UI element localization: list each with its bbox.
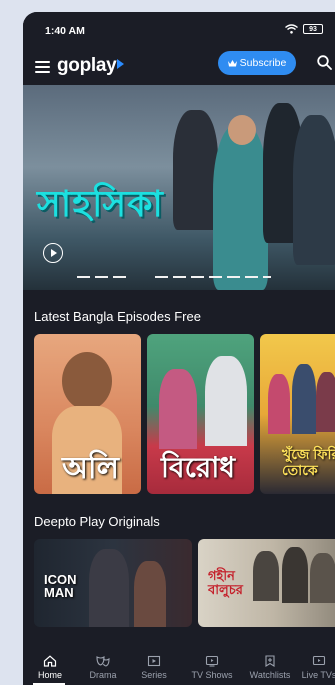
hero-figure-2 [213, 125, 268, 290]
drama-icon [96, 655, 110, 667]
card-poster-figure [282, 547, 308, 603]
nav-label: Drama [89, 670, 117, 680]
logo-text: goplay [57, 55, 117, 76]
card-poster-figure [292, 364, 316, 434]
crown-icon [227, 59, 237, 66]
card-poster-figure [62, 352, 112, 410]
card-birodh[interactable]: বিরোধ [147, 334, 254, 494]
wifi-icon [285, 24, 298, 34]
card-icon-man[interactable]: ICON MAN [34, 539, 192, 627]
nav-label: TV Shows [191, 670, 233, 680]
hero-figure-1 [173, 110, 218, 230]
play-button[interactable] [43, 243, 63, 263]
logo-play-icon [117, 59, 125, 70]
card-poster-figure [310, 553, 335, 603]
battery-icon: 93 [303, 24, 323, 34]
live-tv-icon [312, 655, 326, 666]
nav-live-tvs[interactable]: Live TVs [297, 648, 335, 685]
hero-figure-4 [293, 115, 335, 265]
card-title: গহীন বালুচর [208, 568, 243, 597]
card-gohin-baluchor[interactable]: গহীন বালুচর [198, 539, 335, 627]
nav-watchlists[interactable]: Watchlists [242, 648, 298, 685]
logo: goplay [57, 55, 125, 77]
search-icon[interactable] [317, 55, 332, 70]
card-title: খুঁজে ফিরি তোকে [282, 446, 335, 478]
nav-label: Watchlists [249, 670, 291, 680]
card-poster-figure [205, 356, 247, 446]
nav-label: Series [141, 670, 167, 680]
bottom-nav: Home Drama Series TV Shows Watchlists Li… [23, 648, 335, 685]
hero-figure-5 [228, 115, 256, 145]
card-poster-figure [89, 549, 129, 627]
card-poster-figure [268, 374, 290, 434]
card-poster-figure [316, 372, 335, 432]
nav-tv-shows[interactable]: TV Shows [179, 648, 245, 685]
card-oli[interactable]: অলি [34, 334, 141, 494]
section-title-latest: Latest Bangla Episodes Free [34, 309, 201, 324]
card-title: অলি [62, 452, 119, 485]
section-title-originals: Deepto Play Originals [34, 514, 160, 529]
hero-title: সাহসিকা [37, 183, 164, 224]
nav-label: Live TVs [301, 670, 335, 680]
watchlist-icon [265, 655, 275, 667]
app-bar: goplay Subscribe [23, 46, 335, 90]
status-time: 1:40 AM [45, 25, 85, 37]
play-icon [51, 249, 57, 257]
nav-drama[interactable]: Drama [77, 648, 129, 685]
home-icon [43, 655, 57, 667]
card-poster-figure [134, 561, 166, 627]
card-poster-figure [159, 369, 197, 449]
tv-shows-icon [205, 655, 219, 667]
card-title: ICON MAN [44, 572, 77, 600]
hero-banner[interactable]: সাহসিকা [23, 85, 335, 290]
menu-icon[interactable] [35, 61, 50, 73]
series-icon [147, 655, 161, 667]
card-title: বিরোধ [161, 452, 236, 483]
nav-series[interactable]: Series [129, 648, 179, 685]
card-khuje-firi-toke[interactable]: খুঁজে ফিরি তোকে [260, 334, 335, 494]
subscribe-button[interactable]: Subscribe [218, 51, 296, 75]
phone-screen: 1:40 AM 93 goplay Subscribe সাহসিকা Late… [23, 12, 335, 685]
nav-home[interactable]: Home [23, 648, 77, 685]
card-poster-figure [253, 551, 279, 601]
subscribe-label: Subscribe [239, 57, 287, 69]
status-bar: 1:40 AM 93 [23, 12, 335, 46]
nav-label: Home [37, 670, 62, 680]
